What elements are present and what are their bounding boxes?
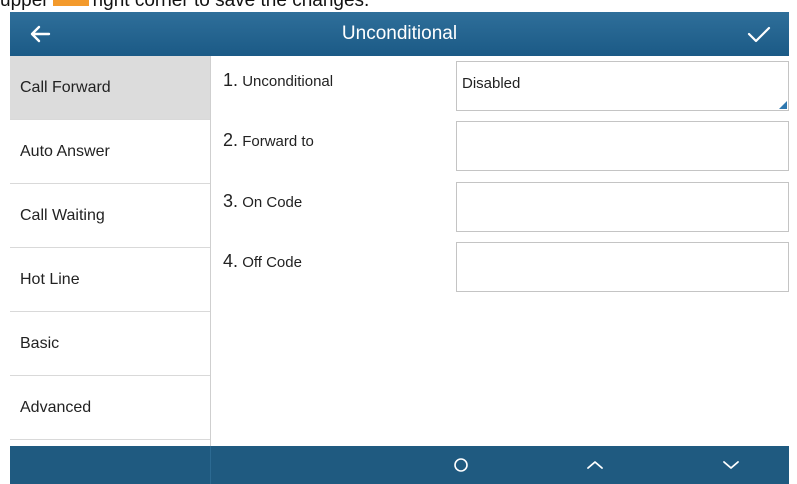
settings-panel: 1. Unconditional Disabled 2. Forward to …: [211, 56, 789, 446]
highlight-marker: [52, 0, 89, 6]
page-title: Unconditional: [341, 23, 458, 44]
field-row-unconditional: 1. Unconditional Disabled: [211, 56, 789, 111]
circle-icon: [454, 458, 468, 472]
field-label-on-code: 3. On Code: [223, 191, 302, 212]
field-number: 3.: [223, 191, 239, 211]
sidebar-item-label: Hot Line: [20, 270, 80, 288]
sidebar-item-advanced[interactable]: Advanced: [10, 376, 210, 440]
sidebar-item-label: Call Waiting: [20, 206, 105, 224]
field-number: 1.: [223, 70, 239, 90]
field-row-forward-to: 2. Forward to: [211, 116, 789, 171]
save-button[interactable]: [729, 12, 789, 56]
unconditional-value: Disabled: [462, 75, 521, 92]
field-label-text: Forward to: [242, 133, 314, 150]
field-label-text: Unconditional: [242, 73, 334, 90]
title-bar: Unconditional: [10, 12, 789, 56]
sidebar-item-auto-answer[interactable]: Auto Answer: [10, 120, 210, 184]
field-label-text: Off Code: [242, 254, 302, 271]
chevron-up-icon: [587, 461, 603, 469]
forward-to-input[interactable]: [456, 121, 789, 171]
field-label-forward-to: 2. Forward to: [223, 130, 314, 151]
off-code-input[interactable]: [456, 242, 789, 292]
softkey-select[interactable]: [421, 446, 501, 484]
checkmark-icon: [747, 26, 771, 43]
sidebar: Call Forward Auto Answer Call Waiting Ho…: [10, 56, 211, 446]
document-caption: upper right corner to save the changes.: [0, 0, 797, 11]
field-label-text: On Code: [242, 194, 303, 211]
sidebar-item-label: Basic: [20, 334, 60, 352]
softkey-bar: [10, 446, 789, 484]
phone-screen: Unconditional Call Forward Auto Answer C…: [10, 12, 789, 484]
sidebar-item-label: Call Forward: [20, 78, 111, 96]
sidebar-item-label: Auto Answer: [20, 142, 110, 160]
field-number: 2.: [223, 130, 239, 150]
on-code-input[interactable]: [456, 182, 789, 232]
field-row-off-code: 4. Off Code: [211, 237, 789, 292]
sidebar-item-call-waiting[interactable]: Call Waiting: [10, 184, 210, 248]
arrow-left-icon: [30, 25, 51, 43]
sidebar-item-call-forward[interactable]: Call Forward: [10, 56, 210, 120]
sidebar-item-basic[interactable]: Basic: [10, 312, 210, 376]
field-label-unconditional: 1. Unconditional: [223, 70, 333, 91]
field-number: 4.: [223, 251, 239, 271]
sidebar-item-hot-line[interactable]: Hot Line: [10, 248, 210, 312]
unconditional-dropdown[interactable]: Disabled: [456, 61, 789, 111]
dropdown-indicator-icon: [779, 101, 787, 109]
softkey-up[interactable]: [555, 446, 635, 484]
chevron-down-icon: [723, 461, 739, 469]
sidebar-item-label: Advanced: [20, 398, 92, 416]
softkey-divider: [210, 446, 211, 484]
caption-text-before: upper: [0, 0, 49, 11]
caption-text-after: right corner to save the changes.: [92, 0, 370, 11]
softkey-down[interactable]: [691, 446, 771, 484]
field-row-on-code: 3. On Code: [211, 177, 789, 232]
field-label-off-code: 4. Off Code: [223, 251, 302, 272]
back-button[interactable]: [10, 12, 70, 56]
